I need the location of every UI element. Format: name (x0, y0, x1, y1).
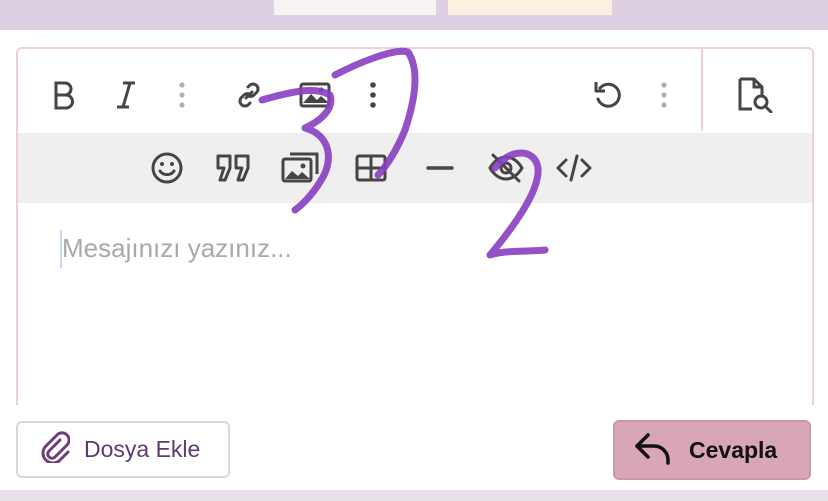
code-icon[interactable] (554, 149, 594, 187)
image-icon[interactable] (296, 77, 334, 113)
horizontal-rule-icon[interactable] (422, 149, 458, 187)
table-icon[interactable] (352, 149, 390, 187)
message-placeholder: Mesajınızı yazınız... (62, 233, 292, 263)
spoiler-icon[interactable] (486, 149, 526, 187)
paperclip-icon (40, 431, 71, 468)
bold-icon[interactable] (46, 77, 82, 113)
emoji-icon[interactable] (148, 149, 186, 187)
message-input[interactable]: Mesajınızı yazınız... (18, 203, 812, 405)
link-icon[interactable] (230, 77, 268, 113)
header-tab-1[interactable] (274, 0, 436, 15)
rich-text-editor: Mesajınızı yazınız... (16, 47, 814, 405)
undo-icon[interactable] (590, 76, 628, 114)
preview-icon[interactable] (734, 75, 776, 115)
footer-divider (0, 490, 828, 501)
editor-toolbar-secondary (18, 133, 812, 203)
more-text-options-icon[interactable] (170, 79, 194, 111)
attach-file-button[interactable]: Dosya Ekle (16, 421, 230, 478)
editor-toolbar-primary (18, 49, 812, 131)
more-options-icon[interactable] (652, 79, 676, 111)
toolbar-divider (701, 49, 703, 131)
header-tab-2[interactable] (448, 0, 612, 15)
attach-file-label: Dosya Ekle (84, 436, 201, 462)
reply-label: Cevapla (689, 436, 778, 463)
more-insert-options-icon[interactable] (361, 79, 385, 111)
italic-icon[interactable] (108, 77, 144, 113)
quote-icon[interactable] (214, 149, 254, 187)
reply-button[interactable]: Cevapla (613, 420, 811, 480)
media-gallery-icon[interactable] (280, 149, 322, 187)
top-header-strip (0, 0, 828, 30)
reply-arrow-icon (633, 431, 673, 470)
